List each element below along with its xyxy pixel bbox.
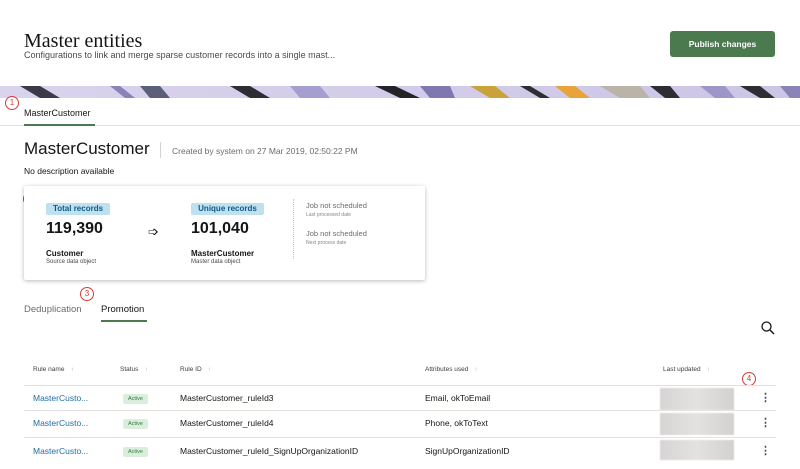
column-header-rule-id[interactable]: Rule ID ↑ [180,366,211,373]
sort-arrow-icon[interactable]: ↑ [474,366,477,373]
card-divider [293,199,294,259]
attributes-cell: SignUpOrganizationID [425,446,510,456]
column-header-label: Rule name [33,366,65,373]
column-header-status[interactable]: Status ↑ [120,366,148,373]
tab-deduplication[interactable]: Deduplication [24,304,82,315]
page-header: Master entities Configurations to link a… [0,0,800,86]
master-object-label: Master data object [191,259,241,265]
column-header-label: Last updated [663,366,701,373]
decorative-banner [0,86,800,98]
rule-name-link[interactable]: MasterCusto... [33,418,88,428]
total-records-badge: Total records [46,203,110,215]
row-divider [24,437,776,438]
row-divider [24,410,776,411]
column-header-label: Status [120,366,139,373]
callout-marker-1: 1 [5,96,19,110]
total-records-value: 119,390 [46,220,103,237]
sort-arrow-icon[interactable]: ↑ [707,366,710,373]
table-header-divider [24,385,776,386]
rule-id-cell: MasterCustomer_ruleId4 [180,418,274,428]
attributes-cell: Email, okToEmail [425,393,491,403]
sort-arrow-icon[interactable]: ↑ [70,366,73,373]
next-process-status: Job not scheduled [306,229,367,238]
arrow-right-icon: ➩ [148,224,159,239]
kebab-menu-icon[interactable]: ⋮ [760,391,771,404]
status-badge: Active [123,394,148,404]
master-object-name: MasterCustomer [191,249,255,258]
rule-id-cell: MasterCustomer_ruleId3 [180,393,274,403]
last-updated-redacted [660,440,734,460]
callout-marker-3: 3 [80,287,94,301]
page-subtitle: Configurations to link and merge sparse … [24,50,336,60]
search-icon[interactable] [760,320,776,336]
kebab-menu-icon[interactable]: ⋮ [760,444,771,457]
attributes-cell: Phone, okToText [425,418,488,428]
column-header-label: Rule ID [180,366,202,373]
publish-changes-button[interactable]: Publish changes [670,31,775,57]
column-header-last-updated[interactable]: Last updated ↑ [663,366,710,373]
callout-marker-4: 4 [742,372,756,386]
column-header-attributes[interactable]: Attributes used ↑ [425,366,478,373]
entity-description: No description available [24,166,115,176]
active-tab-underline [24,124,95,126]
unique-records-badge: Unique records [191,203,264,215]
rule-name-link[interactable]: MasterCusto... [33,393,88,403]
rule-id-cell: MasterCustomer_ruleId_SignUpOrganization… [180,446,359,456]
entity-tabbar [0,98,800,126]
status-badge: Active [123,419,148,429]
sort-arrow-icon[interactable]: ↑ [208,366,211,373]
source-object-name: Customer [46,249,84,258]
active-subtab-underline [101,320,147,322]
last-updated-redacted [660,388,734,410]
status-badge: Active [123,447,148,457]
column-header-label: Attributes used [425,366,469,373]
tab-promotion[interactable]: Promotion [101,304,144,315]
next-process-label: Next process date [306,240,347,246]
entity-created-meta: Created by system on 27 Mar 2019, 02:50:… [172,146,358,156]
rule-name-link[interactable]: MasterCusto... [33,446,88,456]
title-divider [160,142,161,158]
sort-arrow-icon[interactable]: ↑ [144,366,147,373]
last-updated-redacted [660,413,734,435]
last-processed-status: Job not scheduled [306,201,367,210]
entity-title: MasterCustomer [24,139,150,158]
unique-records-value: 101,040 [191,220,249,237]
source-object-label: Source data object [46,259,97,265]
tab-mastercustomer[interactable]: MasterCustomer [24,108,91,118]
column-header-rule-name[interactable]: Rule name ↑ [33,366,74,373]
last-processed-label: Last processed date [306,212,352,218]
kebab-menu-icon[interactable]: ⋮ [760,416,771,429]
